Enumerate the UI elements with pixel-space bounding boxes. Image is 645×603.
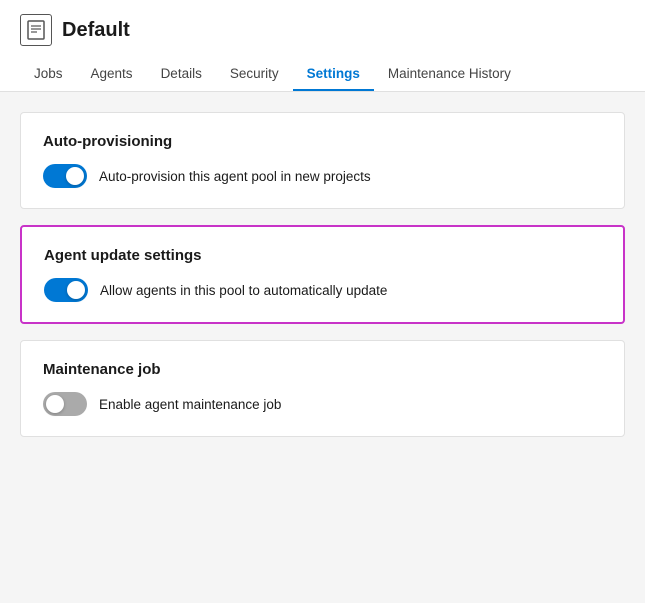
maintenance-job-label: Enable agent maintenance job bbox=[99, 397, 281, 412]
maintenance-job-toggle[interactable] bbox=[43, 392, 87, 416]
toggle-thumb bbox=[67, 281, 85, 299]
toggle-thumb bbox=[46, 395, 64, 413]
agent-update-title: Agent update settings bbox=[44, 247, 601, 264]
nav-tabs: Jobs Agents Details Security Settings Ma… bbox=[20, 58, 625, 91]
auto-provisioning-title: Auto-provisioning bbox=[43, 133, 602, 150]
auto-provisioning-toggle[interactable] bbox=[43, 164, 87, 188]
agent-update-toggle[interactable] bbox=[44, 278, 88, 302]
tab-details[interactable]: Details bbox=[147, 58, 216, 91]
page-title: Default bbox=[62, 19, 130, 42]
maintenance-job-toggle-row: Enable agent maintenance job bbox=[43, 392, 602, 416]
auto-provisioning-toggle-row: Auto-provision this agent pool in new pr… bbox=[43, 164, 602, 188]
tab-maintenance-history[interactable]: Maintenance History bbox=[374, 58, 525, 91]
maintenance-job-card: Maintenance job Enable agent maintenance… bbox=[20, 340, 625, 437]
tab-security[interactable]: Security bbox=[216, 58, 293, 91]
page-header: Default Jobs Agents Details Security Set… bbox=[0, 0, 645, 92]
agent-update-toggle-row: Allow agents in this pool to automatical… bbox=[44, 278, 601, 302]
auto-provisioning-label: Auto-provision this agent pool in new pr… bbox=[99, 169, 371, 184]
toggle-thumb bbox=[66, 167, 84, 185]
tab-jobs[interactable]: Jobs bbox=[20, 58, 77, 91]
maintenance-job-title: Maintenance job bbox=[43, 361, 602, 378]
title-row: Default bbox=[20, 14, 625, 46]
agent-update-label: Allow agents in this pool to automatical… bbox=[100, 283, 387, 298]
agent-update-settings-card: Agent update settings Allow agents in th… bbox=[20, 225, 625, 324]
tab-settings[interactable]: Settings bbox=[293, 58, 374, 91]
auto-provisioning-card: Auto-provisioning Auto-provision this ag… bbox=[20, 112, 625, 209]
main-content: Auto-provisioning Auto-provision this ag… bbox=[0, 92, 645, 457]
pool-icon bbox=[20, 14, 52, 46]
tab-agents[interactable]: Agents bbox=[77, 58, 147, 91]
